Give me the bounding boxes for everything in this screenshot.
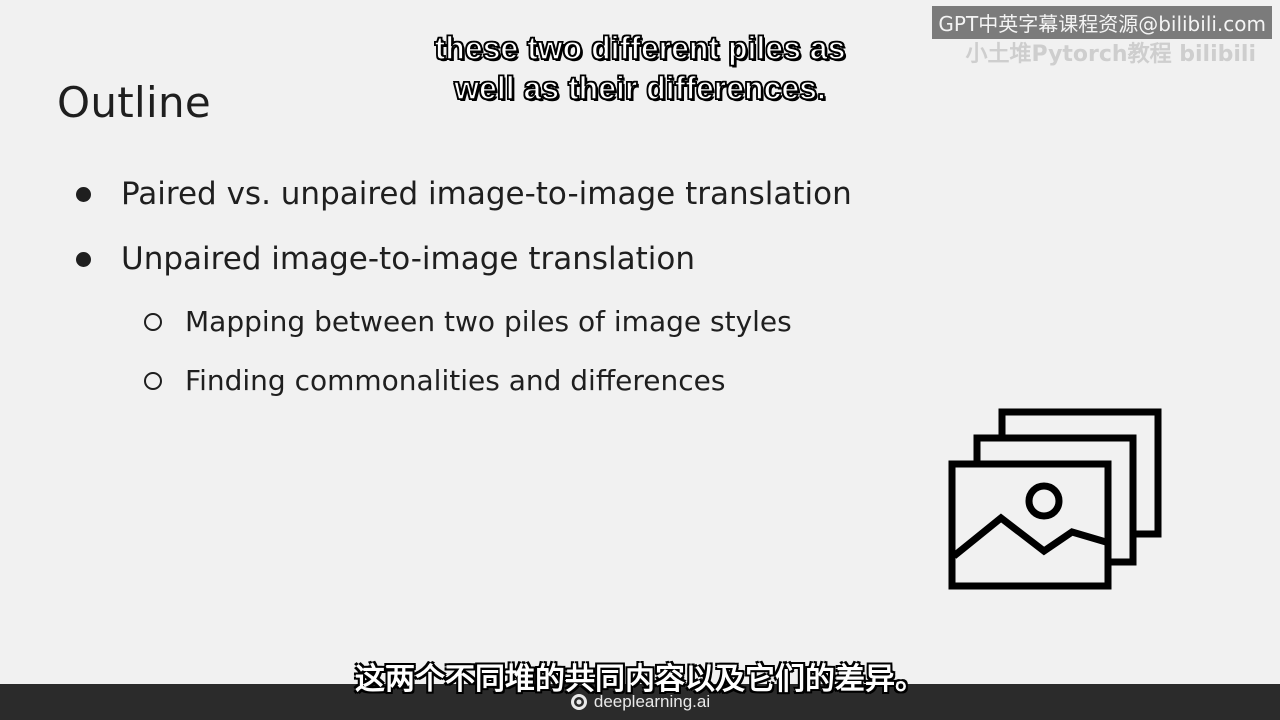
sub-bullet-text: Finding commonalities and differences (185, 364, 726, 397)
faint-watermark: 小土堆Pytorch教程 bilibili (965, 42, 1256, 67)
english-subtitle-line: well as their differences. (453, 69, 826, 107)
bullet-item: Paired vs. unpaired image-to-image trans… (76, 176, 852, 212)
bullet-circle-icon (144, 312, 162, 331)
sub-bullet-item: Finding commonalities and differences (144, 364, 725, 397)
bullet-item: Unpaired image-to-image translation (76, 241, 695, 277)
bullet-dot-icon (76, 186, 91, 202)
chinese-subtitle: 这两个不同堆的共同内容以及它们的差异。 (355, 662, 925, 697)
sub-bullet-item: Mapping between two piles of image style… (144, 305, 792, 338)
image-stack-icon (948, 408, 1162, 590)
bullet-text: Unpaired image-to-image translation (121, 241, 696, 277)
bullet-text: Paired vs. unpaired image-to-image trans… (121, 176, 852, 212)
watermark: GPT中英字幕课程资源@bilibili.com (932, 6, 1272, 39)
sub-bullet-text: Mapping between two piles of image style… (185, 305, 792, 338)
bullet-circle-icon (144, 371, 162, 390)
bullet-dot-icon (76, 251, 91, 267)
